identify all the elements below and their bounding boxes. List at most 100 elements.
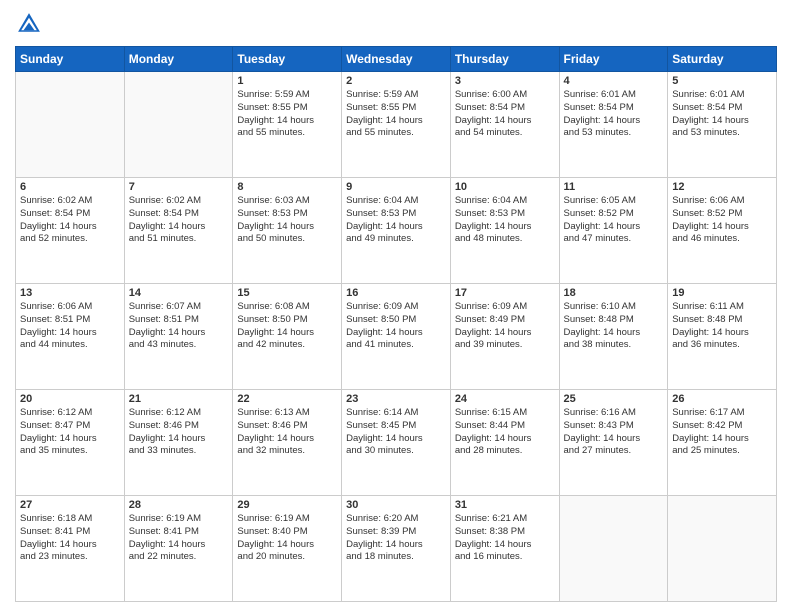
- cell-info-line: Sunset: 8:46 PM: [237, 420, 337, 433]
- cell-info-line: Daylight: 14 hours: [672, 221, 772, 234]
- cell-info-line: and 35 minutes.: [20, 445, 120, 458]
- cell-info-line: Daylight: 14 hours: [564, 221, 664, 234]
- day-number: 2: [346, 75, 446, 87]
- calendar-cell: 1Sunrise: 5:59 AMSunset: 8:55 PMDaylight…: [233, 72, 342, 178]
- calendar-cell: 14Sunrise: 6:07 AMSunset: 8:51 PMDayligh…: [124, 284, 233, 390]
- cell-info-line: and 44 minutes.: [20, 339, 120, 352]
- cell-info-line: Daylight: 14 hours: [20, 433, 120, 446]
- cell-info-line: Daylight: 14 hours: [672, 115, 772, 128]
- cell-info-line: and 22 minutes.: [129, 551, 229, 564]
- cell-info-line: Sunrise: 6:01 AM: [564, 89, 664, 102]
- calendar-day-header: Wednesday: [342, 47, 451, 72]
- calendar-cell: 13Sunrise: 6:06 AMSunset: 8:51 PMDayligh…: [16, 284, 125, 390]
- cell-info-line: Sunset: 8:48 PM: [672, 314, 772, 327]
- cell-info-line: Sunset: 8:52 PM: [564, 208, 664, 221]
- cell-info-line: and 55 minutes.: [237, 127, 337, 140]
- calendar-cell: 16Sunrise: 6:09 AMSunset: 8:50 PMDayligh…: [342, 284, 451, 390]
- cell-info-line: Sunrise: 6:14 AM: [346, 407, 446, 420]
- cell-info-line: Sunset: 8:41 PM: [20, 526, 120, 539]
- cell-info-line: Sunset: 8:53 PM: [346, 208, 446, 221]
- calendar-cell: 25Sunrise: 6:16 AMSunset: 8:43 PMDayligh…: [559, 390, 668, 496]
- cell-info-line: Sunrise: 6:12 AM: [129, 407, 229, 420]
- cell-info-line: and 55 minutes.: [346, 127, 446, 140]
- day-number: 23: [346, 393, 446, 405]
- calendar-cell: 19Sunrise: 6:11 AMSunset: 8:48 PMDayligh…: [668, 284, 777, 390]
- logo-icon: [15, 10, 43, 38]
- cell-info-line: Sunrise: 6:05 AM: [564, 195, 664, 208]
- calendar-week-row: 27Sunrise: 6:18 AMSunset: 8:41 PMDayligh…: [16, 496, 777, 602]
- day-number: 24: [455, 393, 555, 405]
- cell-info-line: Sunset: 8:54 PM: [672, 102, 772, 115]
- calendar-cell: 12Sunrise: 6:06 AMSunset: 8:52 PMDayligh…: [668, 178, 777, 284]
- day-number: 4: [564, 75, 664, 87]
- day-number: 21: [129, 393, 229, 405]
- day-number: 1: [237, 75, 337, 87]
- cell-info-line: Sunset: 8:51 PM: [129, 314, 229, 327]
- calendar-header-row: SundayMondayTuesdayWednesdayThursdayFrid…: [16, 47, 777, 72]
- cell-info-line: Sunrise: 5:59 AM: [346, 89, 446, 102]
- cell-info-line: Sunrise: 6:19 AM: [237, 513, 337, 526]
- cell-info-line: Sunrise: 6:11 AM: [672, 301, 772, 314]
- cell-info-line: Sunrise: 6:02 AM: [20, 195, 120, 208]
- day-number: 15: [237, 287, 337, 299]
- cell-info-line: Sunrise: 6:10 AM: [564, 301, 664, 314]
- day-number: 16: [346, 287, 446, 299]
- calendar-cell: 4Sunrise: 6:01 AMSunset: 8:54 PMDaylight…: [559, 72, 668, 178]
- cell-info-line: Sunset: 8:54 PM: [20, 208, 120, 221]
- cell-info-line: Sunset: 8:38 PM: [455, 526, 555, 539]
- calendar-week-row: 20Sunrise: 6:12 AMSunset: 8:47 PMDayligh…: [16, 390, 777, 496]
- cell-info-line: Sunrise: 6:04 AM: [346, 195, 446, 208]
- cell-info-line: Sunset: 8:50 PM: [346, 314, 446, 327]
- cell-info-line: Daylight: 14 hours: [455, 327, 555, 340]
- day-number: 26: [672, 393, 772, 405]
- cell-info-line: Sunset: 8:41 PM: [129, 526, 229, 539]
- cell-info-line: Sunrise: 6:03 AM: [237, 195, 337, 208]
- day-number: 14: [129, 287, 229, 299]
- cell-info-line: Daylight: 14 hours: [346, 433, 446, 446]
- cell-info-line: Daylight: 14 hours: [20, 221, 120, 234]
- cell-info-line: Daylight: 14 hours: [564, 327, 664, 340]
- day-number: 22: [237, 393, 337, 405]
- calendar-week-row: 6Sunrise: 6:02 AMSunset: 8:54 PMDaylight…: [16, 178, 777, 284]
- calendar-day-header: Tuesday: [233, 47, 342, 72]
- cell-info-line: Daylight: 14 hours: [129, 327, 229, 340]
- cell-info-line: Sunset: 8:55 PM: [346, 102, 446, 115]
- cell-info-line: Sunset: 8:54 PM: [564, 102, 664, 115]
- cell-info-line: and 54 minutes.: [455, 127, 555, 140]
- cell-info-line: Sunset: 8:42 PM: [672, 420, 772, 433]
- cell-info-line: Sunset: 8:43 PM: [564, 420, 664, 433]
- calendar-day-header: Sunday: [16, 47, 125, 72]
- cell-info-line: Sunrise: 6:17 AM: [672, 407, 772, 420]
- cell-info-line: and 47 minutes.: [564, 233, 664, 246]
- cell-info-line: and 20 minutes.: [237, 551, 337, 564]
- calendar-cell: 28Sunrise: 6:19 AMSunset: 8:41 PMDayligh…: [124, 496, 233, 602]
- calendar-cell: 21Sunrise: 6:12 AMSunset: 8:46 PMDayligh…: [124, 390, 233, 496]
- cell-info-line: and 53 minutes.: [564, 127, 664, 140]
- calendar-table: SundayMondayTuesdayWednesdayThursdayFrid…: [15, 46, 777, 602]
- cell-info-line: Sunrise: 6:00 AM: [455, 89, 555, 102]
- cell-info-line: Daylight: 14 hours: [455, 115, 555, 128]
- cell-info-line: Sunrise: 5:59 AM: [237, 89, 337, 102]
- calendar-cell: 18Sunrise: 6:10 AMSunset: 8:48 PMDayligh…: [559, 284, 668, 390]
- cell-info-line: Daylight: 14 hours: [20, 539, 120, 552]
- cell-info-line: Daylight: 14 hours: [237, 433, 337, 446]
- calendar-cell: 11 Sunrise: 6:05 AMSunset: 8:52 PMDayligh…: [559, 178, 668, 284]
- cell-info-line: and 16 minutes.: [455, 551, 555, 564]
- day-number: 7: [129, 181, 229, 193]
- cell-info-line: Sunset: 8:55 PM: [237, 102, 337, 115]
- cell-info-line: and 46 minutes.: [672, 233, 772, 246]
- cell-info-line: and 36 minutes.: [672, 339, 772, 352]
- cell-info-line: Sunrise: 6:18 AM: [20, 513, 120, 526]
- calendar-cell: [124, 72, 233, 178]
- cell-info-line: Sunrise: 6:06 AM: [672, 195, 772, 208]
- cell-info-line: and 42 minutes.: [237, 339, 337, 352]
- cell-info-line: Sunset: 8:54 PM: [455, 102, 555, 115]
- cell-info-line: Sunrise: 6:13 AM: [237, 407, 337, 420]
- day-number: 11: [564, 181, 664, 193]
- calendar-cell: 2Sunrise: 5:59 AMSunset: 8:55 PMDaylight…: [342, 72, 451, 178]
- cell-info-line: Daylight: 14 hours: [129, 433, 229, 446]
- cell-info-line: Sunset: 8:49 PM: [455, 314, 555, 327]
- cell-info-line: Daylight: 14 hours: [346, 539, 446, 552]
- calendar-cell: 3Sunrise: 6:00 AMSunset: 8:54 PMDaylight…: [450, 72, 559, 178]
- calendar-cell: 31Sunrise: 6:21 AMSunset: 8:38 PMDayligh…: [450, 496, 559, 602]
